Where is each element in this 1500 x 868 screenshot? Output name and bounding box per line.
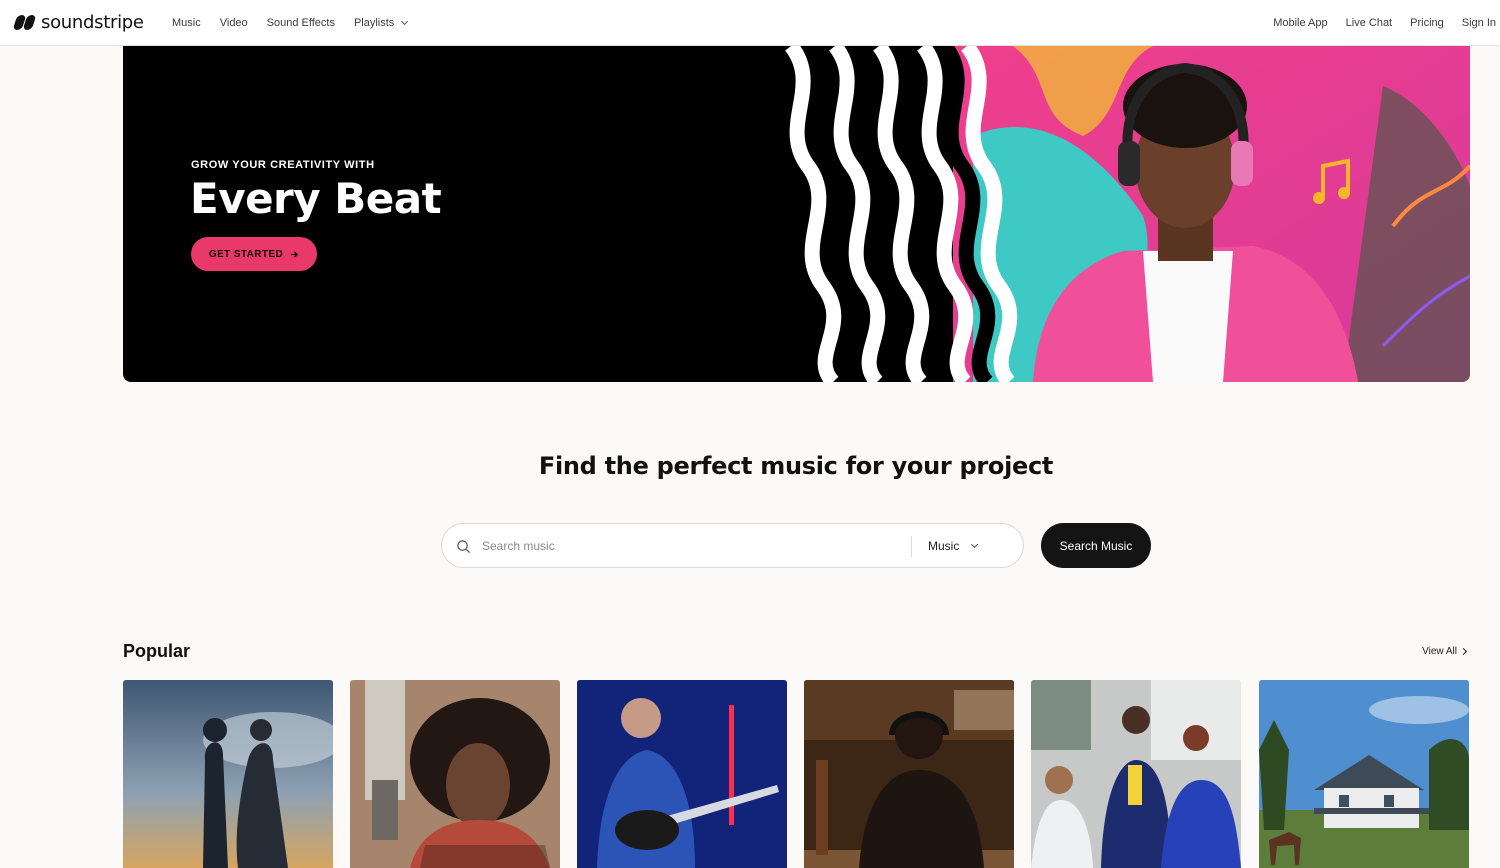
top-nav: soundstripe Music Video Sound Effects Pl… [0, 0, 1500, 46]
nav-playlists[interactable]: Playlists [353, 17, 409, 29]
arrow-right-icon [291, 250, 299, 258]
singer-image [350, 680, 560, 868]
wedding-couple-image [123, 680, 333, 868]
chevron-down-icon [971, 540, 979, 548]
get-started-label: GET STARTED [208, 248, 284, 260]
primary-nav: Music Video Sound Effects Playlists [172, 0, 409, 46]
nav-playlists-label: Playlists [353, 17, 395, 29]
nav-music[interactable]: Music [172, 17, 201, 29]
search-type-value: Music [928, 538, 960, 553]
nav-pricing[interactable]: Pricing [1410, 17, 1444, 29]
popular-cards [123, 680, 1470, 868]
man-headphones-image [804, 680, 1014, 868]
farmhouse-image [1259, 680, 1469, 868]
soundstripe-logo[interactable]: soundstripe [12, 12, 144, 33]
brand-name: soundstripe [41, 12, 144, 33]
search-bar: Music [441, 523, 1024, 568]
view-all-label: View All [1422, 646, 1457, 657]
nav-sign-in[interactable]: Sign In [1462, 17, 1496, 29]
hero-image [784, 46, 1470, 382]
logo-mark-icon [12, 14, 37, 31]
guitarist-image [577, 680, 787, 868]
popular-title: Popular [123, 641, 191, 661]
popular-card-farmhouse[interactable] [1259, 680, 1469, 868]
chevron-down-icon [401, 17, 409, 26]
nav-mobile-app[interactable]: Mobile App [1273, 17, 1327, 29]
search-heading: Find the perfect music for your project [538, 452, 1054, 480]
popular-card-office[interactable] [1031, 680, 1241, 868]
search-icon [457, 540, 471, 554]
popular-card-guitarist[interactable] [577, 680, 787, 868]
search-music-button[interactable]: Search Music [1041, 523, 1151, 568]
popular-card-studio[interactable] [804, 680, 1014, 868]
nav-sound-effects[interactable]: Sound Effects [267, 17, 335, 29]
popular-card-singer[interactable] [350, 680, 560, 868]
secondary-nav: Mobile App Live Chat Pricing Sign In [1273, 0, 1496, 46]
view-all-link[interactable]: View All [1422, 646, 1468, 657]
hero-title: Every Beat [190, 174, 442, 223]
search-divider [911, 536, 912, 557]
nav-video[interactable]: Video [220, 17, 248, 29]
popular-card-wedding[interactable] [123, 680, 333, 868]
search-type-select[interactable]: Music [928, 524, 979, 567]
nav-live-chat[interactable]: Live Chat [1346, 17, 1392, 29]
search-input[interactable] [482, 534, 902, 558]
hero-eyebrow: GROW YOUR CREATIVITY WITH [191, 159, 375, 171]
office-team-image [1031, 680, 1241, 868]
get-started-button[interactable]: GET STARTED [191, 237, 317, 271]
chevron-right-icon [1459, 647, 1468, 656]
hero-banner: GROW YOUR CREATIVITY WITH Every Beat GET… [123, 46, 1470, 382]
